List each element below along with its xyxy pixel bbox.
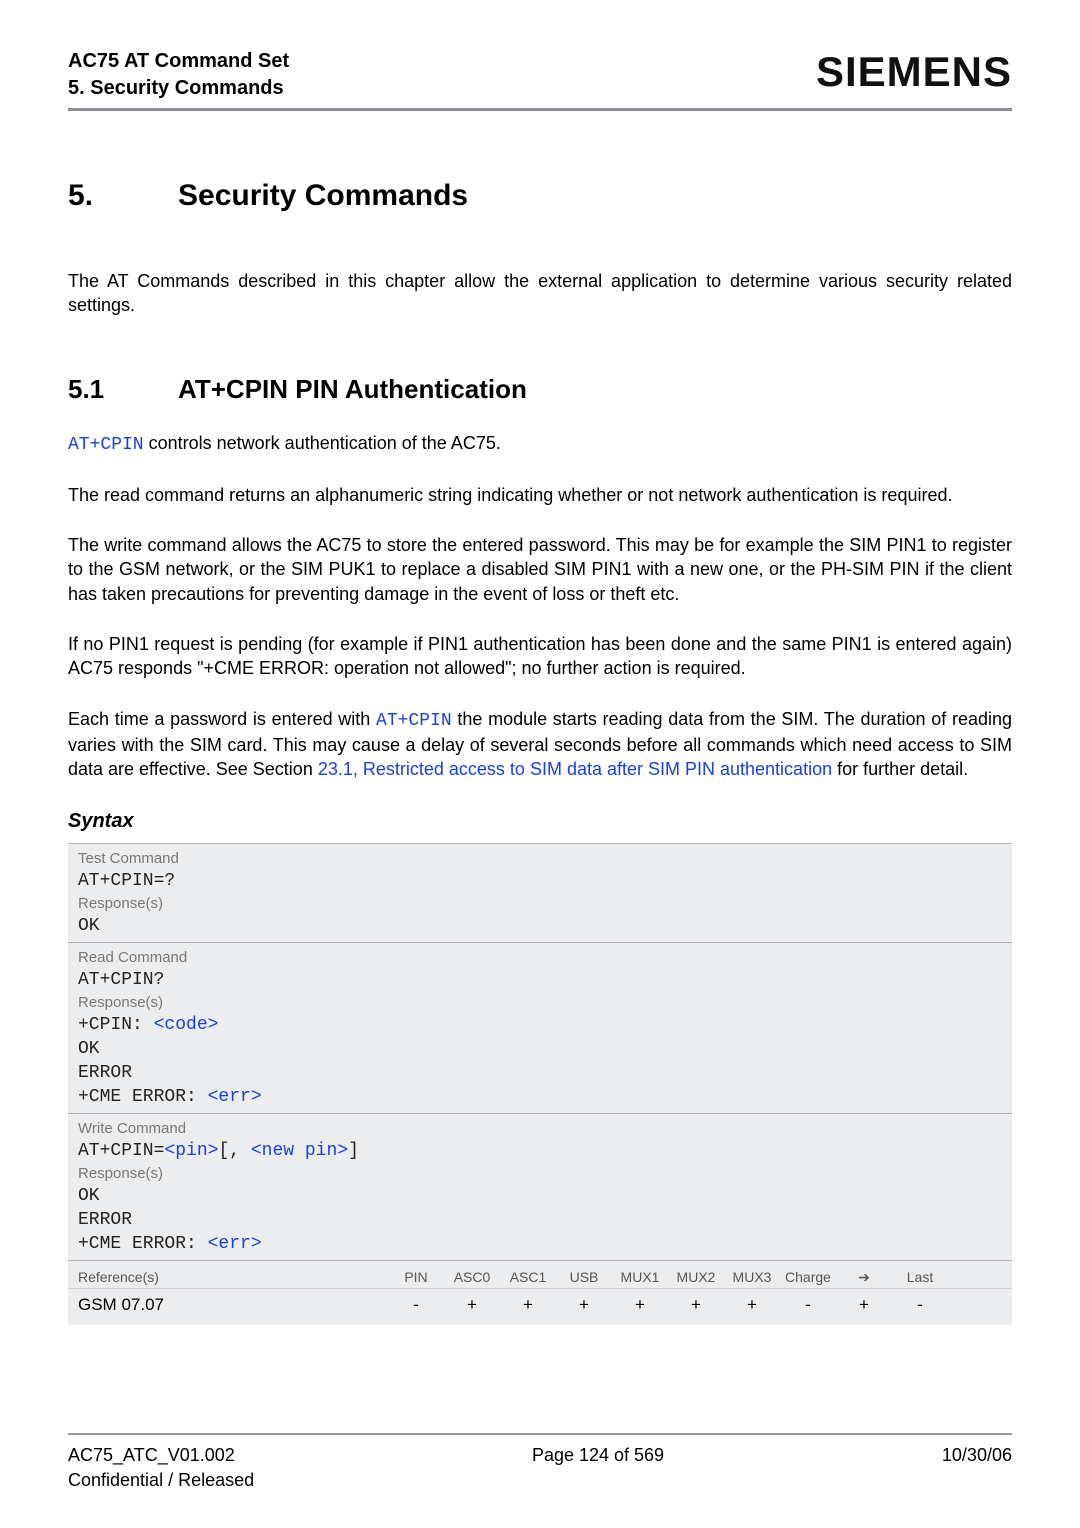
footer-confidentiality: Confidential / Released [68, 1468, 254, 1492]
val-arrow: + [836, 1295, 892, 1315]
page-header: AC75 AT Command Set 5. Security Commands… [68, 48, 1012, 111]
paragraph-1: AT+CPIN controls network authentication … [68, 431, 1012, 457]
footer-center: Page 124 of 569 [532, 1443, 664, 1492]
col-arrow-icon: ➔ [836, 1269, 892, 1286]
section-heading: 5. Security Commands [68, 179, 1012, 213]
page-footer: AC75_ATC_V01.002 Confidential / Released… [68, 1433, 1012, 1492]
test-command-cmd: AT+CPIN=? [78, 871, 1002, 891]
wc-a: AT+CPIN= [78, 1141, 164, 1161]
val-usb: + [556, 1295, 612, 1315]
paragraph-5: Each time a password is entered with AT+… [68, 707, 1012, 782]
paragraph-3: The write command allows the AC75 to sto… [68, 533, 1012, 606]
col-asc1: ASC1 [500, 1269, 556, 1285]
col-pin: PIN [388, 1269, 444, 1285]
val-asc0: + [444, 1295, 500, 1315]
read-l1a: +CPIN: [78, 1015, 154, 1035]
subsection-title: AT+CPIN PIN Authentication [178, 374, 527, 405]
footer-right: 10/30/06 [942, 1443, 1012, 1492]
p5-c: for further detail. [832, 759, 968, 779]
link-pin-param[interactable]: <pin> [164, 1141, 218, 1161]
write-response-line3: +CME ERROR: <err> [78, 1234, 1002, 1254]
read-response-label: Response(s) [78, 994, 1002, 1011]
write-command-cmd: AT+CPIN=<pin>[, <new pin>] [78, 1141, 1002, 1161]
reference-value-row: GSM 07.07 - + + + + + + - + - [68, 1288, 1012, 1325]
val-pin: - [388, 1295, 444, 1315]
section-number: 5. [68, 179, 178, 213]
col-mux2: MUX2 [668, 1269, 724, 1285]
test-command-block: Test Command AT+CPIN=? Response(s) OK [68, 843, 1012, 942]
footer-doc-id: AC75_ATC_V01.002 [68, 1443, 254, 1467]
write-response-line1: OK [78, 1186, 1002, 1206]
write-response-line2: ERROR [78, 1210, 1002, 1230]
col-mux1: MUX1 [612, 1269, 668, 1285]
paragraph-2: The read command returns an alphanumeric… [68, 483, 1012, 507]
read-response-line4: +CME ERROR: <err> [78, 1087, 1002, 1107]
paragraph-4: If no PIN1 request is pending (for examp… [68, 632, 1012, 681]
read-response-line2: OK [78, 1039, 1002, 1059]
header-left: AC75 AT Command Set 5. Security Commands [68, 48, 289, 102]
write-l3a: +CME ERROR: [78, 1234, 208, 1254]
test-response-label: Response(s) [78, 895, 1002, 912]
doc-subtitle: 5. Security Commands [68, 75, 289, 102]
p1-rest: controls network authentication of the A… [144, 433, 501, 453]
wc-e: ] [348, 1141, 359, 1161]
reference-name: GSM 07.07 [78, 1295, 388, 1315]
subsection-heading: 5.1 AT+CPIN PIN Authentication [68, 374, 1012, 405]
brand-logo: SIEMENS [816, 48, 1012, 96]
write-command-label: Write Command [78, 1120, 1002, 1137]
link-err-param-2[interactable]: <err> [208, 1234, 262, 1254]
doc-title: AC75 AT Command Set [68, 48, 289, 75]
read-response-line3: ERROR [78, 1063, 1002, 1083]
syntax-heading: Syntax [68, 810, 1012, 833]
col-last: Last [892, 1269, 948, 1285]
val-asc1: + [500, 1295, 556, 1315]
subsection-number: 5.1 [68, 374, 178, 405]
read-command-block: Read Command AT+CPIN? Response(s) +CPIN:… [68, 942, 1012, 1113]
link-code-param[interactable]: <code> [154, 1015, 219, 1035]
link-section-23-1[interactable]: 23.1, Restricted access to SIM data afte… [318, 759, 832, 779]
val-mux2: + [668, 1295, 724, 1315]
write-command-block: Write Command AT+CPIN=<pin>[, <new pin>]… [68, 1113, 1012, 1260]
val-mux3: + [724, 1295, 780, 1315]
link-err-param[interactable]: <err> [208, 1087, 262, 1107]
val-last: - [892, 1295, 948, 1315]
link-atcpin[interactable]: AT+CPIN [68, 435, 144, 455]
val-mux1: + [612, 1295, 668, 1315]
section-intro: The AT Commands described in this chapte… [68, 269, 1012, 318]
col-asc0: ASC0 [444, 1269, 500, 1285]
footer-left: AC75_ATC_V01.002 Confidential / Released [68, 1443, 254, 1492]
read-command-label: Read Command [78, 949, 1002, 966]
test-response-line: OK [78, 916, 1002, 936]
test-command-label: Test Command [78, 850, 1002, 867]
link-newpin-param[interactable]: <new pin> [251, 1141, 348, 1161]
col-charge: Charge [780, 1269, 836, 1285]
section-title: Security Commands [178, 179, 468, 213]
read-command-cmd: AT+CPIN? [78, 970, 1002, 990]
val-charge: - [780, 1295, 836, 1315]
read-l4a: +CME ERROR: [78, 1087, 208, 1107]
reference-label: Reference(s) [78, 1269, 388, 1285]
link-atcpin-inline[interactable]: AT+CPIN [376, 711, 452, 731]
read-response-line1: +CPIN: <code> [78, 1015, 1002, 1035]
col-usb: USB [556, 1269, 612, 1285]
col-mux3: MUX3 [724, 1269, 780, 1285]
reference-header-row: Reference(s) PIN ASC0 ASC1 USB MUX1 MUX2… [68, 1260, 1012, 1288]
write-response-label: Response(s) [78, 1165, 1002, 1182]
p5-a: Each time a password is entered with [68, 709, 376, 729]
wc-c: [, [218, 1141, 250, 1161]
